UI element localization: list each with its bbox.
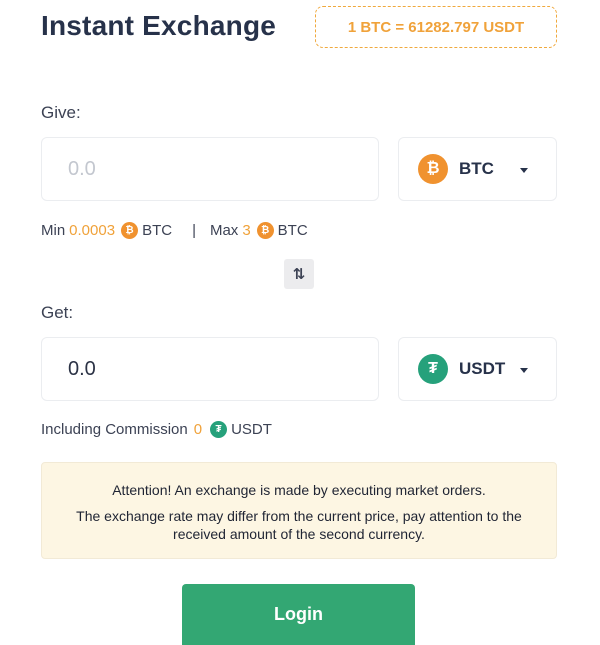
swap-arrows-icon: ⇅ <box>292 266 306 283</box>
notice-line-1: Attention! An exchange is made by execut… <box>112 482 486 498</box>
give-currency-select[interactable]: ₿ BTC <box>398 137 557 201</box>
commission-info: Including Commission 0 ₮ USDT <box>41 421 272 438</box>
max-currency: BTC <box>277 222 308 239</box>
give-label: Give: <box>41 103 81 122</box>
page-title: Instant Exchange <box>41 10 277 41</box>
attention-notice: Attention! An exchange is made by execut… <box>41 462 557 559</box>
give-limits: Min 0.0003 ₿ BTC | Max 3 ₿ BTC <box>41 222 308 239</box>
bitcoin-icon: ₿ <box>121 222 139 239</box>
get-label: Get: <box>41 303 74 322</box>
chevron-down-icon <box>520 368 528 373</box>
get-currency-select[interactable]: ₮ USDT <box>398 337 557 401</box>
min-value: 0.0003 <box>69 222 116 239</box>
get-amount-field: 0.0 <box>41 337 379 401</box>
commission-label: Including Commission <box>41 421 188 438</box>
instant-exchange-page: Instant Exchange 1 BTC = 61282.797 USDT … <box>0 0 600 645</box>
chevron-down-icon <box>520 168 528 173</box>
exchange-rate-badge: 1 BTC = 61282.797 USDT <box>315 6 557 48</box>
commission-currency: USDT <box>231 421 272 438</box>
tether-icon: ₮ <box>418 354 448 384</box>
tether-icon: ₮ <box>210 421 228 438</box>
bitcoin-icon: ₿ <box>418 154 448 184</box>
get-currency-code: USDT <box>459 359 506 378</box>
give-currency-code: BTC <box>459 159 494 178</box>
bitcoin-icon: ₿ <box>256 222 274 239</box>
give-amount-field[interactable] <box>41 137 379 201</box>
commission-value: 0 <box>193 421 203 438</box>
max-label: Max <box>209 222 239 239</box>
limits-separator: | <box>192 222 196 239</box>
min-label: Min <box>41 222 66 239</box>
give-amount-input[interactable] <box>68 157 378 181</box>
notice-line-2: The exchange rate may differ from the cu… <box>76 508 522 542</box>
min-currency: BTC <box>142 222 173 239</box>
swap-currencies-button[interactable]: ⇅ <box>284 259 314 289</box>
login-button[interactable]: Login <box>182 584 415 645</box>
get-amount-value: 0.0 <box>68 357 96 380</box>
max-value: 3 <box>242 222 251 239</box>
